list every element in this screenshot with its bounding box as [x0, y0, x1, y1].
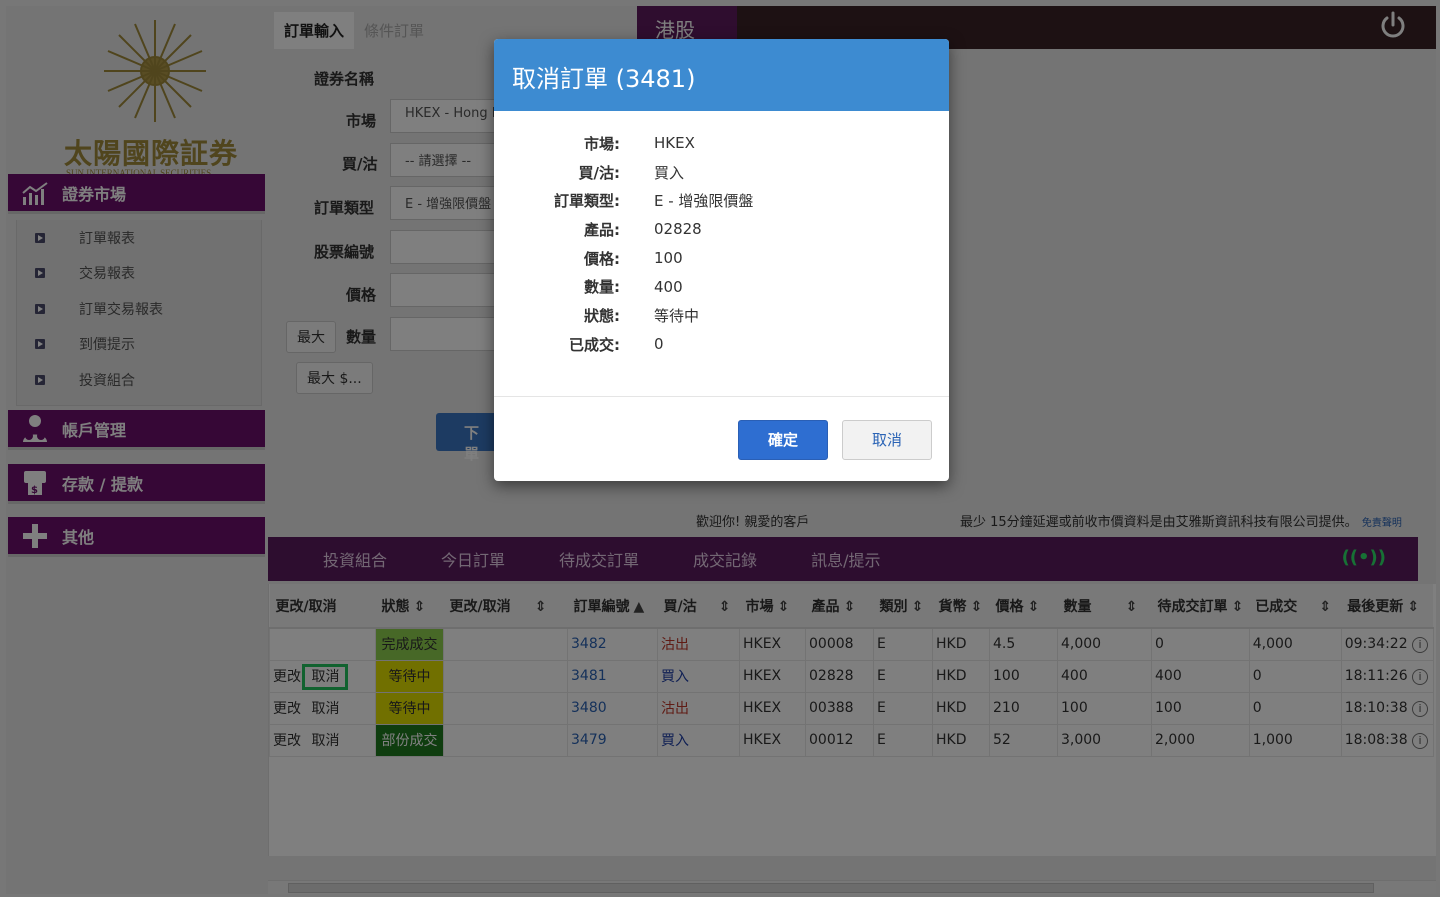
field-label: 產品:: [584, 220, 620, 239]
cancel-order-dialog: 取消訂單 (3481) 市場: HKEX 買/沽: 買入訂單類型: E - 增強限價盤產…: [494, 39, 949, 481]
app-window: 太陽國際証券 SUN INTERNATIONAL SECURITIES 證券市場…: [0, 0, 1440, 897]
field-value: 等待中: [654, 306, 700, 325]
dialog-title: 取消訂單 (3481): [494, 39, 949, 111]
field-label: 已成交:: [569, 335, 620, 354]
field-value: 0: [654, 335, 664, 354]
field-label: 買/沽:: [578, 163, 620, 182]
field-label: 市場:: [584, 134, 620, 153]
field-value: HKEX: [654, 134, 695, 153]
field-label: 訂單類型:: [554, 192, 620, 211]
dialog-field-row: 訂單類型: E - 增強限價盤: [494, 186, 949, 215]
field-value: 02828: [654, 220, 702, 239]
field-label: 狀態:: [584, 306, 620, 325]
field-value: E - 增強限價盤: [654, 192, 754, 211]
field-value: 買入: [654, 163, 685, 182]
field-value: 400: [654, 277, 683, 296]
field-value: 100: [654, 249, 683, 268]
dialog-footer: 確定 取消: [494, 396, 949, 481]
dialog-field-row: 市場: HKEX: [494, 129, 949, 158]
confirm-button[interactable]: 確定: [738, 420, 828, 460]
field-label: 數量:: [584, 278, 620, 297]
dialog-field-row: 產品: 02828: [494, 215, 949, 244]
dialog-body: 市場: HKEX 買/沽: 買入訂單類型: E - 增強限價盤產品: 02828 價格: 10…: [494, 129, 949, 359]
dialog-field-row: 已成交: 0: [494, 330, 949, 359]
cancel-button[interactable]: 取消: [842, 420, 932, 460]
field-label: 價格:: [584, 249, 620, 268]
dialog-field-row: 數量: 400: [494, 272, 949, 301]
dialog-field-row: 價格: 100: [494, 244, 949, 273]
dialog-field-row: 買/沽: 買入: [494, 158, 949, 187]
dialog-field-row: 狀態: 等待中: [494, 301, 949, 330]
